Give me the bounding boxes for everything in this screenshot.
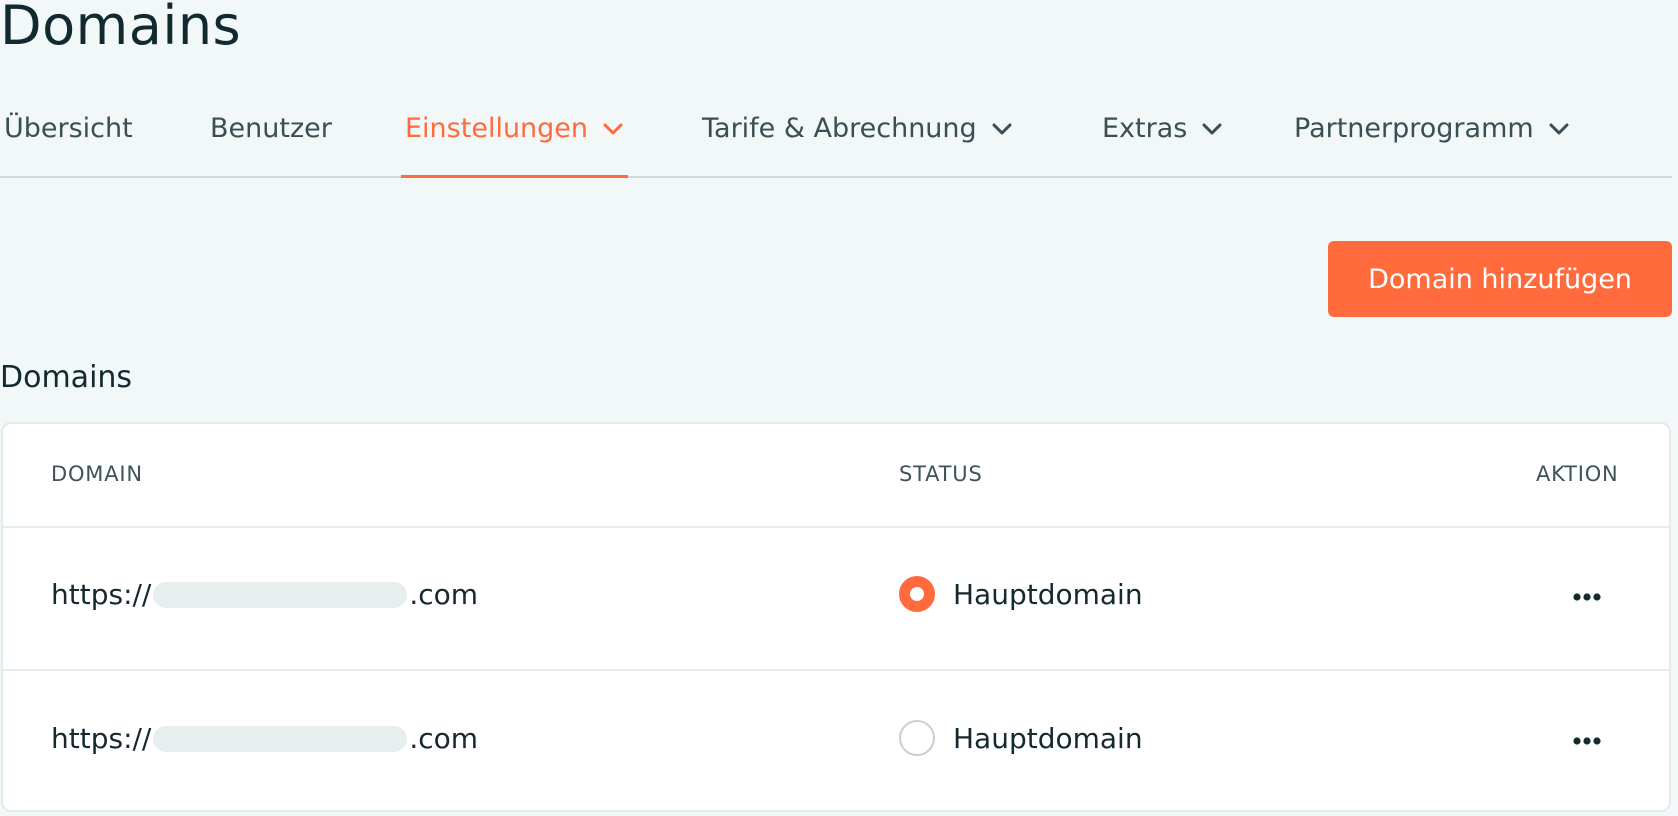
tab-label: Einstellungen <box>405 113 589 144</box>
tab-label: Extras <box>1102 113 1188 144</box>
domain-cell: https:// .com <box>51 578 478 611</box>
chevron-down-icon <box>602 118 624 140</box>
more-horizontal-icon[interactable] <box>1569 726 1605 756</box>
tab-uebersicht[interactable]: Übersicht <box>4 112 133 176</box>
status-cell: Hauptdomain <box>899 576 1143 612</box>
domain-cell: https:// .com <box>51 722 478 755</box>
domain-prefix: https:// <box>51 722 152 755</box>
domain-suffix: .com <box>409 578 479 611</box>
redacted-domain <box>153 581 408 608</box>
table-header: DOMAIN STATUS AKTION <box>3 424 1669 528</box>
status-label: Hauptdomain <box>953 721 1143 755</box>
domains-table: DOMAIN STATUS AKTION https:// .com Haupt… <box>1 422 1671 812</box>
domain-prefix: https:// <box>51 578 152 611</box>
tab-extras[interactable]: Extras <box>1102 112 1223 176</box>
table-row: https:// .com Hauptdomain <box>3 526 1669 671</box>
tab-label: Übersicht <box>4 113 133 144</box>
column-header-status: STATUS <box>899 462 983 486</box>
tab-tarife-abrechnung[interactable]: Tarife & Abrechnung <box>702 112 1013 176</box>
tab-label: Tarife & Abrechnung <box>702 113 977 144</box>
primary-domain-radio[interactable] <box>899 576 935 612</box>
primary-domain-radio[interactable] <box>899 720 935 756</box>
tab-bar: Übersicht Benutzer Einstellungen Tarife … <box>0 112 1672 178</box>
table-row: https:// .com Hauptdomain <box>3 670 1669 810</box>
tab-label: Partnerprogramm <box>1294 113 1534 144</box>
domain-suffix: .com <box>409 722 479 755</box>
tab-partnerprogramm[interactable]: Partnerprogramm <box>1294 112 1570 176</box>
more-horizontal-icon[interactable] <box>1569 582 1605 612</box>
chevron-down-icon <box>1548 118 1570 140</box>
tab-label: Benutzer <box>210 113 332 144</box>
status-label: Hauptdomain <box>953 577 1143 611</box>
add-domain-button[interactable]: Domain hinzufügen <box>1328 241 1672 317</box>
chevron-down-icon <box>1201 118 1223 140</box>
page-title: Domains <box>0 0 242 57</box>
column-header-domain: DOMAIN <box>51 462 143 486</box>
redacted-domain <box>153 725 408 752</box>
tab-benutzer[interactable]: Benutzer <box>210 112 332 176</box>
column-header-aktion: AKTION <box>1536 462 1619 486</box>
section-heading: Domains <box>0 360 133 395</box>
tab-einstellungen[interactable]: Einstellungen <box>401 112 629 178</box>
status-cell: Hauptdomain <box>899 720 1143 756</box>
chevron-down-icon <box>991 118 1013 140</box>
